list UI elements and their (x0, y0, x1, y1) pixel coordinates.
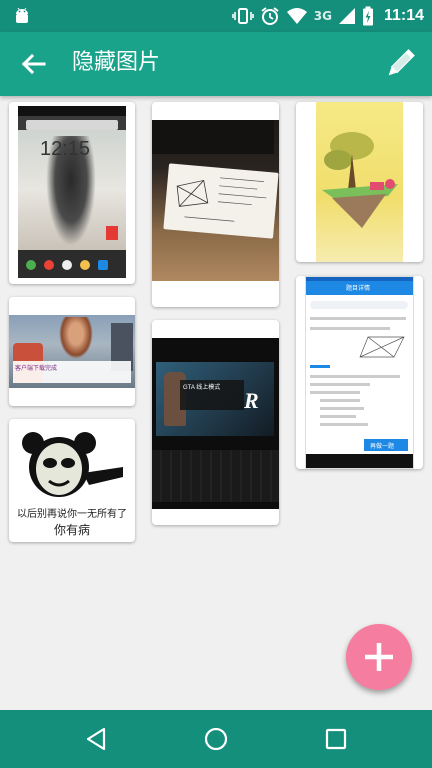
status-bar: 3G 11:14 (0, 0, 432, 32)
quiz-header: 题目详情 (346, 286, 371, 292)
page-title: 隐藏图片 (72, 50, 161, 75)
meme-line1: 以后别再说你一无所有了 (17, 509, 127, 520)
wifi-icon (286, 8, 307, 24)
photo-gta-image: GTA 线上模式 R (152, 338, 279, 509)
photo-meme[interactable]: 以后别再说你一无所有了 你有病 (9, 419, 135, 542)
add-button[interactable] (346, 624, 412, 690)
pencil-icon[interactable] (380, 44, 420, 84)
quiz-figure (359, 336, 405, 358)
network-type: 3G (313, 9, 332, 23)
game-caption: 客户端下载完成 (15, 366, 58, 372)
lockscreen-clock: 12:15 (40, 138, 91, 160)
app-bar: 隐藏图片 (0, 32, 432, 96)
vibrate-icon (231, 8, 254, 24)
battery-icon (362, 6, 373, 26)
photo-notes-image (152, 120, 279, 281)
photo-gta[interactable]: GTA 线上模式 R (152, 320, 279, 525)
panda-face-icon (22, 432, 123, 497)
navigation-bar (0, 710, 432, 768)
photo-meme-image: 以后别再说你一无所有了 你有病 (13, 423, 131, 538)
photo-floating-island-image (316, 102, 403, 262)
photo-quiz[interactable]: 题目详情 再做一题 (296, 276, 423, 469)
android-icon (16, 7, 28, 23)
photo-floating-island[interactable] (296, 102, 423, 262)
notes-diagram (176, 177, 267, 222)
island-illustration (322, 132, 398, 228)
photo-game-screenshot-image: 客户端下载完成 (9, 315, 135, 388)
photo-game-screenshot[interactable]: 客户端下载完成 (9, 297, 135, 406)
photo-notes[interactable] (152, 102, 279, 307)
clock: 11:14 (383, 7, 424, 24)
rockstar-logo-icon: R (244, 388, 259, 413)
signal-icon (338, 8, 355, 24)
gta-title: GTA 线上模式 (183, 385, 221, 391)
recents-square-icon[interactable] (321, 724, 351, 754)
photo-lockscreen-image: 12:15 (18, 106, 126, 278)
photo-lockscreen[interactable]: 12:15 (9, 102, 135, 284)
home-circle-icon[interactable] (201, 724, 231, 754)
quiz-next-button: 再做一题 (370, 444, 395, 450)
back-triangle-icon[interactable] (82, 724, 112, 754)
add-icon (365, 643, 393, 671)
arrow-back-icon[interactable] (16, 46, 52, 82)
alarm-icon (261, 7, 279, 25)
meme-line2: 你有病 (53, 523, 90, 537)
photo-quiz-image: 题目详情 再做一题 (305, 276, 414, 469)
